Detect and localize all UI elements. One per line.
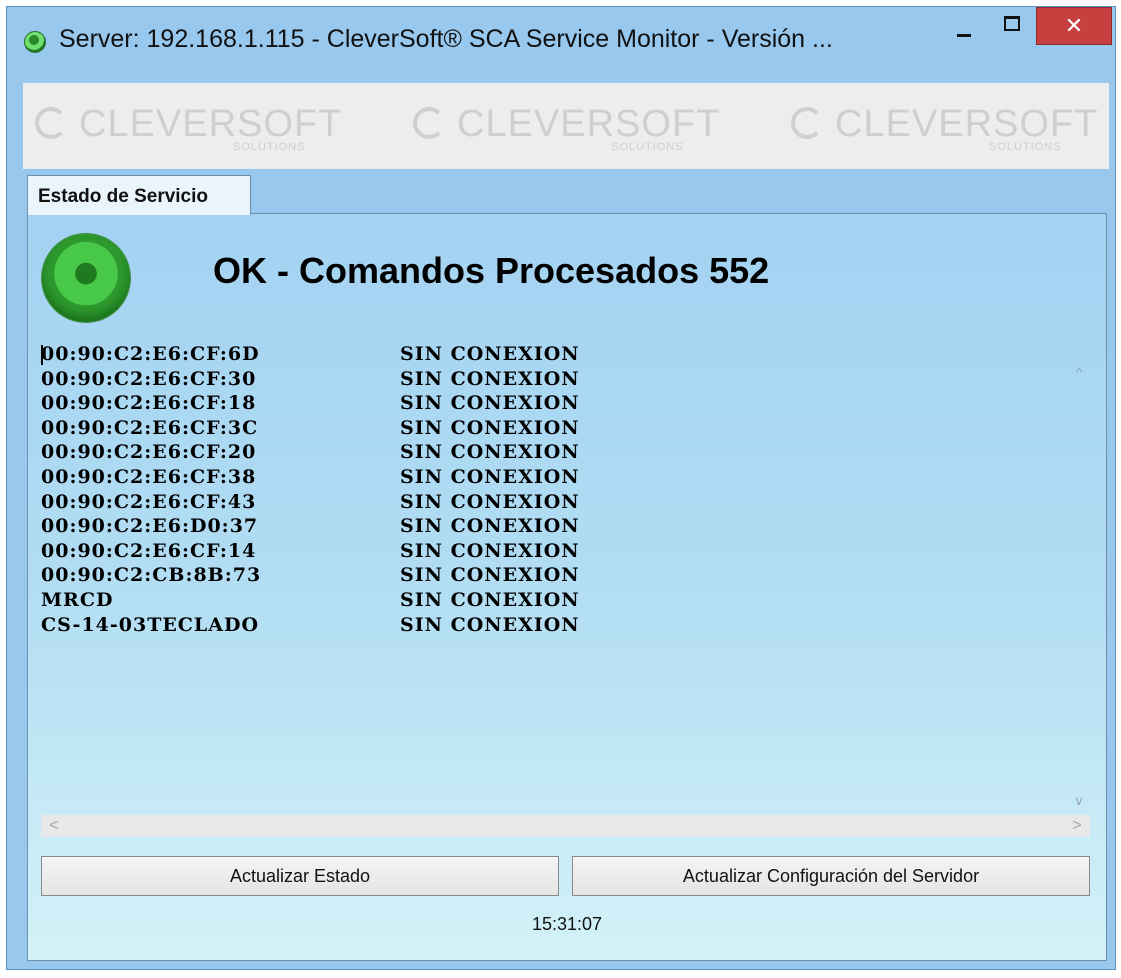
device-row: 00:90:C2:E6:CF:6D SIN CONEXION <box>41 342 1106 367</box>
device-state: SIN CONEXION <box>400 588 580 611</box>
banner-logo-sub: SOLUTIONS <box>989 141 1062 153</box>
status-led-icon <box>42 234 130 322</box>
refresh-status-button[interactable]: Actualizar Estado <box>41 856 559 896</box>
refresh-server-config-button[interactable]: Actualizar Configuración del Servidor <box>572 856 1090 896</box>
close-button[interactable]: ✕ <box>1036 7 1112 45</box>
device-state: SIN CONEXION <box>400 564 580 587</box>
device-row: 00:90:C2:E6:CF:38 SIN CONEXION <box>41 465 1106 490</box>
minimize-button[interactable] <box>941 7 987 45</box>
device-id: 00:90:C2:E6:CF:20 <box>41 441 257 464</box>
maximize-button[interactable] <box>989 7 1035 45</box>
device-row: 00:90:C2:E6:CF:3C SIN CONEXION <box>41 416 1106 441</box>
device-row: 00:90:C2:E6:CF:14 SIN CONEXION <box>41 539 1106 564</box>
status-message: OK - Comandos Procesados 552 <box>213 250 770 291</box>
device-id: 00:90:C2:E6:CF:38 <box>41 465 257 488</box>
maximize-icon <box>1004 15 1020 31</box>
scroll-left-icon[interactable]: < <box>43 815 65 837</box>
device-id: CS-14-03TECLADO <box>41 613 260 636</box>
banner-logo-name: CLEVERSOFT <box>835 103 1099 145</box>
device-row: MRCD SIN CONEXION <box>41 588 1106 613</box>
device-id: 00:90:C2:E6:CF:3C <box>41 416 259 439</box>
device-row: 00:90:C2:E6:CF:20 SIN CONEXION <box>41 440 1106 465</box>
tab-label: Estado de Servicio <box>38 186 209 207</box>
device-state: SIN CONEXION <box>400 490 580 513</box>
main-window: Server: 192.168.1.115 - CleverSoft® SCA … <box>6 6 1116 970</box>
device-row: 00:90:C2:E6:CF:30 SIN CONEXION <box>41 367 1106 392</box>
scroll-up-icon[interactable]: ^ <box>1068 361 1090 383</box>
device-id: MRCD <box>41 588 114 611</box>
device-id: 00:90:C2:E6:CF:18 <box>41 392 257 415</box>
banner-logo-name: CLEVERSOFT <box>79 103 343 145</box>
device-row: 00:90:C2:E6:D0:37 SIN CONEXION <box>41 514 1106 539</box>
device-state: SIN CONEXION <box>400 613 580 636</box>
window-title: Server: 192.168.1.115 - CleverSoft® SCA … <box>59 25 833 53</box>
cleversoft-logo-icon <box>35 107 67 139</box>
device-status-list[interactable]: 00:90:C2:E6:CF:6D SIN CONEXION 00:90:C2:E6… <box>41 342 1106 842</box>
cleversoft-logo-icon <box>413 107 445 139</box>
server-status-icon <box>24 31 46 53</box>
banner-logo: CLEVERSOFT SOLUTIONS <box>23 83 403 169</box>
device-id: 00:90:C2:CB:8B:73 <box>41 564 262 587</box>
scroll-down-icon[interactable]: v <box>1068 789 1090 811</box>
device-state: SIN CONEXION <box>400 343 580 365</box>
device-state: SIN CONEXION <box>400 441 580 464</box>
device-state: SIN CONEXION <box>400 465 580 488</box>
service-status-panel: OK - Comandos Procesados 552 00:90:C2:E6… <box>27 213 1107 961</box>
device-state: SIN CONEXION <box>400 515 580 538</box>
device-row: 00:90:C2:E6:CF:18 SIN CONEXION <box>41 391 1106 416</box>
banner-logo: CLEVERSOFT SOLUTIONS <box>779 83 1109 169</box>
device-id: 00:90:C2:E6:CF:14 <box>41 539 257 562</box>
banner-logo-sub: SOLUTIONS <box>233 141 306 153</box>
device-state: SIN CONEXION <box>400 392 580 415</box>
device-id: 00:90:C2:E6:CF:30 <box>41 367 257 390</box>
banner-logo: CLEVERSOFT SOLUTIONS <box>401 83 781 169</box>
device-state: SIN CONEXION <box>400 416 580 439</box>
banner-logo-name: CLEVERSOFT <box>457 103 721 145</box>
scroll-right-icon[interactable]: > <box>1066 815 1088 837</box>
text-caret <box>41 345 43 365</box>
status-clock: 15:31:07 <box>531 914 603 934</box>
device-row: CS-14-03TECLADO SIN CONEXION <box>41 613 1106 638</box>
vertical-scrollbar[interactable]: ^ v <box>1068 361 1090 811</box>
device-state: SIN CONEXION <box>400 367 580 390</box>
cleversoft-logo-icon <box>791 107 823 139</box>
title-bar[interactable]: Server: 192.168.1.115 - CleverSoft® SCA … <box>7 7 1115 75</box>
device-row: 00:90:C2:CB:8B:73 SIN CONEXION <box>41 563 1106 588</box>
device-row: 00:90:C2:E6:CF:43 SIN CONEXION <box>41 490 1106 515</box>
device-state: SIN CONEXION <box>400 539 580 562</box>
cleversoft-banner: CLEVERSOFT SOLUTIONS CLEVERSOFT SOLUTION… <box>23 83 1109 169</box>
close-icon: ✕ <box>1064 13 1084 38</box>
device-id: 00:90:C2:E6:CF:6D <box>41 343 260 365</box>
banner-logo-sub: SOLUTIONS <box>611 141 684 153</box>
device-id: 00:90:C2:E6:CF:43 <box>41 490 257 513</box>
device-id: 00:90:C2:E6:D0:37 <box>41 515 259 538</box>
horizontal-scrollbar[interactable]: < > <box>41 815 1090 837</box>
minimize-icon <box>957 33 971 37</box>
tab-estado-de-servicio[interactable]: Estado de Servicio <box>27 175 251 215</box>
